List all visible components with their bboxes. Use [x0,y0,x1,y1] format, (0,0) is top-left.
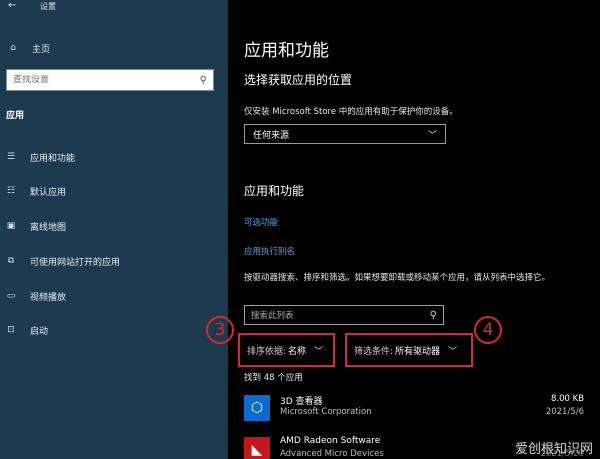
filter-by-dropdown[interactable]: 筛选条件: 所有驱动器 ﹀ [345,333,473,367]
sidebar-item-label: 启动 [30,326,49,337]
app-source-dropdown[interactable]: 任何来源 ﹀ [244,124,446,144]
app-publisher: Microsoft Corporation [280,407,372,417]
sidebar: ← 设置 ⌂ 主页 ⚲ 应用 ☰ 应用和功能 ☷ 默认应用 ▣ 离线地图 ⧉ 可… [0,0,228,459]
list-description: 按驱动器搜索、排序和筛选。如果想要卸载或移动某个应用，请从列表中选择它。 [244,273,551,283]
main-content: 应用和功能 选择获取应用的位置 仅安装 Microsoft Store 中的应用… [206,0,600,459]
source-description: 仅安装 Microsoft Store 中的应用有助于保护你的设备。 [244,107,458,117]
app-name: 3D 查看器 [280,397,323,407]
home-icon: ⌂ [10,43,16,53]
nav-home[interactable]: ⌂ 主页 [8,40,50,56]
back-arrow-icon[interactable]: ← [8,0,16,12]
app-execution-alias-link[interactable]: 应用执行别名 [244,245,295,257]
filter-label: 筛选条件: [354,346,394,357]
search-icon[interactable]: ⚲ [430,310,437,321]
settings-search-input[interactable] [13,75,183,85]
sidebar-item-apps-for-websites[interactable]: ⧉ 可使用网站打开的应用 [6,252,216,270]
default-apps-icon: ☷ [6,186,16,196]
sidebar-item-offline-maps[interactable]: ▣ 离线地图 [6,217,216,235]
title-bar: ← 设置 [0,0,228,14]
sort-label: 排序依据: [247,346,287,357]
sidebar-item-video-playback[interactable]: ▭ 视频播放 [6,287,216,305]
watermark: 爱创根知识网 [511,438,596,457]
app-publisher: Advanced Micro Devices [280,449,384,459]
nav-home-label: 主页 [32,44,51,55]
page-title: 应用和功能 [244,41,329,61]
video-icon: ▭ [6,291,16,301]
sidebar-item-label: 离线地图 [30,222,67,233]
chevron-down-icon: ﹀ [448,346,458,357]
cube-icon: ⬡ [244,395,270,421]
app-list-item[interactable]: ⬡ 3D 查看器 Microsoft Corporation 8.00 KB 2… [244,393,584,425]
apps-found-count: 找到 48 个应用 [244,373,303,383]
app-date: 2021/5/6 [545,407,584,417]
sidebar-item-startup[interactable]: ⊡ 启动 [6,321,216,339]
list-icon: ☰ [6,152,16,162]
amd-radeon-icon: ◣ [244,437,270,459]
app-size: 8.00 KB [550,394,584,404]
filter-value: 所有驱动器 [395,346,441,357]
sort-by-dropdown[interactable]: 排序依据: 名称 ﹀ [238,333,335,367]
sidebar-item-apps-features[interactable]: ☰ 应用和功能 [6,148,216,166]
optional-features-link[interactable]: 可选功能 [244,216,278,228]
startup-icon: ⊡ [7,325,15,335]
app-list-search-box[interactable]: 搜索此列表 ⚲ [244,305,444,325]
map-icon: ▣ [6,221,16,231]
sidebar-item-label: 应用和功能 [30,153,76,164]
sidebar-item-label: 可使用网站打开的应用 [30,257,121,268]
search-icon[interactable]: ⚲ [200,75,207,86]
annotation-badge-4: 4 [474,316,502,344]
sidebar-item-default-apps[interactable]: ☷ 默认应用 [6,182,216,200]
sidebar-section-title: 应用 [6,111,25,121]
app-list-search-placeholder: 搜索此列表 [251,311,294,321]
chevron-down-icon: ﹀ [427,130,437,141]
web-link-icon: ⧉ [7,256,15,266]
window-title: 设置 [40,2,56,11]
sidebar-item-label: 默认应用 [30,187,67,198]
app-name: AMD Radeon Software [280,436,381,446]
annotation-badge-3: 3 [206,316,234,344]
sidebar-item-label: 视频播放 [30,292,67,303]
settings-search-box[interactable]: ⚲ [6,69,214,91]
chevron-down-icon: ﹀ [314,346,324,357]
source-heading: 选择获取应用的位置 [244,73,353,87]
apps-features-heading: 应用和功能 [244,184,305,198]
app-source-value: 任何来源 [253,130,290,141]
sort-value: 名称 [288,346,307,357]
